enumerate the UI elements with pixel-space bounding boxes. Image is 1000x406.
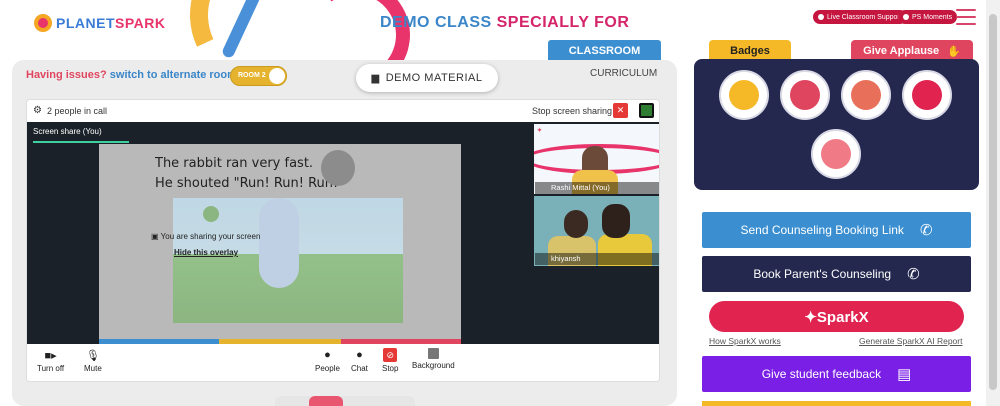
people-count: 2 people in call [47,106,108,116]
phone-icon: ✆ [919,222,933,239]
participant-name: khiyansh [535,253,659,265]
logo-text-a: PLANET [56,15,115,31]
background-label: Background [412,361,455,370]
star-performer-badge-icon[interactable] [841,70,891,120]
title-part-a: DEMO CLASS [380,14,492,31]
participant-name: Rashi Mittal (You) [535,182,659,194]
chat-label: Chat [351,364,368,373]
stop-share-button[interactable]: ⊘ Stop [382,348,398,373]
demo-material-label: DEMO MATERIAL [385,72,483,84]
chat-button[interactable]: ● Chat [351,348,368,373]
badges-panel [694,59,979,190]
sparkx-button[interactable]: ✦SparkX [709,301,964,332]
moments-icon [903,14,909,20]
smart-badge-icon[interactable] [811,129,861,179]
screen-share-icon[interactable] [639,103,654,118]
trophy-badge-icon[interactable] [719,70,769,120]
camera-icon: ■▸ [44,349,57,362]
mute-label: Mute [84,364,102,373]
send-counseling-label: Send Counseling Booking Link [740,223,904,237]
scrollbar-thumb[interactable] [989,14,997,390]
people-button[interactable]: ● People [315,348,340,373]
demo-material-button[interactable]: ▆ DEMO MATERIAL [356,64,498,92]
turn-off-label: Turn off [37,364,65,373]
give-student-feedback-button[interactable]: Give student feedback ▤ [702,356,971,392]
screen-share-label: Screen share (You) [33,127,102,136]
chat-icon: ● [356,349,363,361]
settings-gear-icon[interactable]: ⚙ [33,105,42,116]
microphone-icon: 🎙 [85,349,100,362]
tile-logo: ✦ [537,128,543,134]
next-action-button[interactable] [702,401,971,406]
clap-icon: ✋ [947,45,961,58]
active-tab-indicator [33,141,129,143]
stop-label: Stop [382,364,399,373]
stop-sharing-close-icon[interactable]: ✕ [613,103,628,118]
clipboard-icon: ▤ [897,366,912,383]
tab-curriculum[interactable]: CURRICULUM [590,68,657,79]
room-toggle[interactable]: ROOM 2 [230,66,287,86]
present-icon: ▣ [151,232,161,241]
page-title: DEMO CLASS SPECIALLY FOR [380,14,629,32]
participant-video [564,210,588,238]
issue-text: Having issues? [26,69,107,81]
ps-moments-button[interactable]: PS Moments [898,10,958,24]
sharing-overlay-text: ▣ You are sharing your screen [151,232,261,241]
call-control-bar: ■▸ Turn off 🎙 Mute ● People ● Chat ⊘ Sto… [27,344,659,381]
title-part-b: SPECIALLY FOR [496,14,630,31]
shared-slide: The rabbit ran very fast. He shouted "Ru… [99,144,461,344]
people-icon: ● [324,349,331,361]
ps-moments-label: PS Moments [912,13,953,21]
video-call-window: ⚙ 2 people in call Stop screen sharing ✕… [26,99,660,382]
character-face-image [321,150,355,186]
alternate-room-link[interactable]: switch to alternate room [110,69,237,81]
support-icon [818,14,824,20]
bottom-toolbar-active-item[interactable] [309,396,343,406]
hide-overlay-link[interactable]: Hide this overlay [174,248,238,257]
mute-button[interactable]: 🎙 Mute [84,348,102,374]
how-sparkx-works-link[interactable]: How SparkX works [709,336,781,346]
toggle-knob [269,68,285,84]
give-applause-label: Give Applause [863,45,940,57]
stop-sharing-label: Stop screen sharing [532,106,613,116]
sharing-overlay [173,198,403,323]
stop-share-icon: ⊘ [383,348,398,362]
issue-notice: Having issues? switch to alternate room [26,69,237,81]
people-label: People [315,364,340,373]
teamwork-badge-icon[interactable] [780,70,830,120]
generate-sparkx-report-link[interactable]: Generate SparkX AI Report [859,336,962,346]
background-button[interactable]: Background [412,348,455,370]
planetspark-logo[interactable]: PLANETSPARK [34,14,165,32]
camera-turn-off-button[interactable]: ■▸ Turn off [37,348,65,374]
live-support-label: Live Classroom Support [827,13,902,21]
folder-icon: ▆ [371,72,380,84]
book-parent-counseling-button[interactable]: Book Parent's Counseling ✆ [702,256,971,292]
live-classroom-support-button[interactable]: Live Classroom Support [813,10,907,24]
hamburger-menu-icon[interactable] [956,9,976,25]
tab-classroom[interactable]: CLASSROOM [548,40,661,62]
book-counseling-label: Book Parent's Counseling [753,267,892,281]
background-icon [427,348,439,359]
bottom-toolbar[interactable] [275,396,415,406]
room-toggle-label: ROOM 2 [238,72,266,79]
send-counseling-link-button[interactable]: Send Counseling Booking Link ✆ [702,212,971,248]
student-feedback-label: Give student feedback [761,367,882,381]
slide-line-1: The rabbit ran very fast. [155,156,314,171]
call-top-bar: ⚙ 2 people in call Stop screen sharing ✕ [27,100,659,122]
phone-icon: ✆ [907,266,920,283]
logo-text-b: SPARK [115,15,166,31]
idea-badge-icon[interactable] [902,70,952,120]
slide-line-2: He shouted "Run! Run! Run!" [155,176,345,191]
logo-icon [34,14,52,32]
